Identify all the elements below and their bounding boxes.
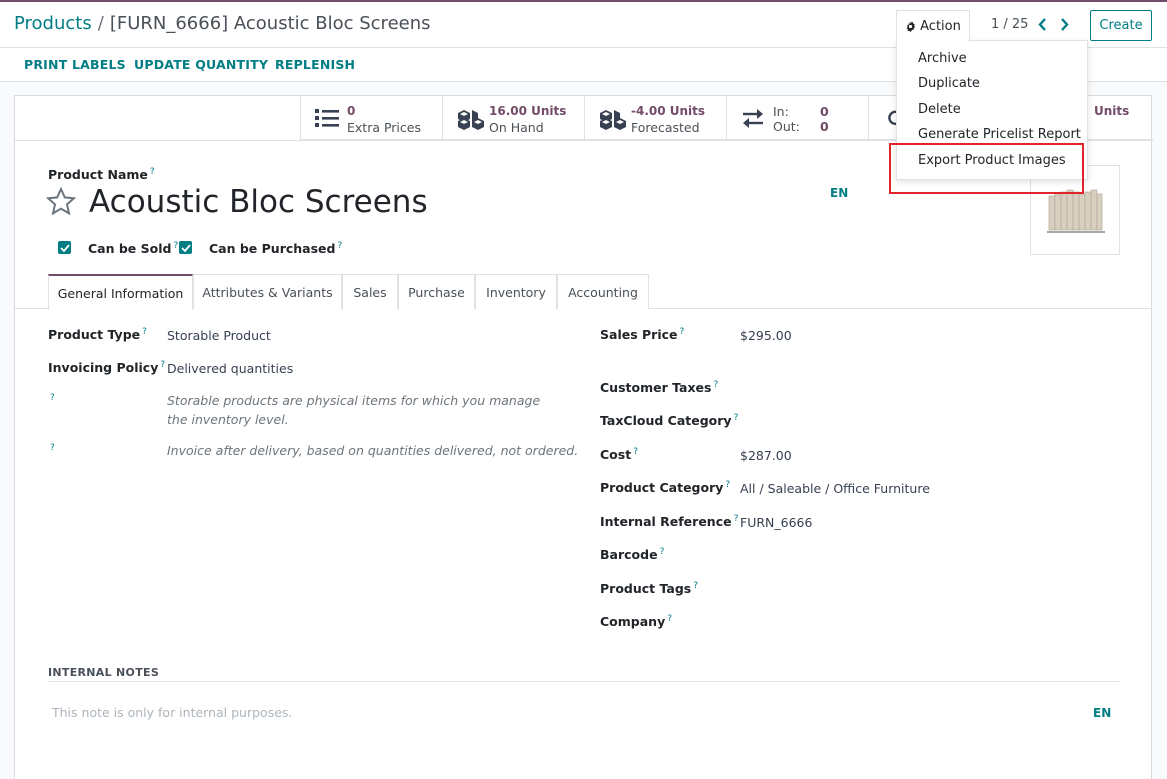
- internal-reference-label: Internal Reference?: [600, 514, 739, 530]
- sales-price-label: Sales Price?: [600, 327, 685, 343]
- help-tooltip[interactable]: ?: [160, 360, 165, 370]
- tab-general-information[interactable]: General Information: [48, 274, 193, 310]
- pager-previous-button[interactable]: [1035, 15, 1049, 33]
- product-tags-label: Product Tags?: [600, 581, 699, 597]
- taxcloud-category-label: TaxCloud Category?: [600, 413, 739, 429]
- create-button[interactable]: Create: [1090, 10, 1152, 41]
- cost-label: Cost?: [600, 447, 638, 463]
- partial-stat-value: Units: [1094, 104, 1130, 118]
- help-tooltip[interactable]: ?: [337, 241, 342, 251]
- action-button[interactable]: Action: [896, 10, 970, 42]
- help-tooltip[interactable]: ?: [680, 327, 685, 337]
- language-toggle[interactable]: EN: [830, 186, 848, 200]
- help-tooltip[interactable]: ?: [633, 447, 638, 457]
- menu-item-duplicate[interactable]: Duplicate: [918, 76, 980, 91]
- forecasted-label: Forecasted: [631, 120, 700, 135]
- help-tooltip[interactable]: ?: [660, 547, 665, 557]
- breadcrumb: Products / [FURN_6666] Acoustic Bloc Scree…: [14, 13, 431, 34]
- help-tooltip[interactable]: ?: [713, 380, 718, 390]
- on-hand-stat-button[interactable]: 16.00 Units On Hand: [442, 96, 584, 140]
- can-be-purchased-checkbox[interactable]: [179, 241, 192, 254]
- chevron-left-icon: [1037, 17, 1046, 31]
- action-dropdown-menu: Archive Duplicate Delete Generate Pricel…: [896, 40, 1088, 180]
- in-out-stat-button[interactable]: In: 0 Out: 0: [726, 96, 868, 140]
- list-icon: [315, 109, 339, 127]
- product-name-label: Product Name?: [48, 167, 155, 183]
- help-tooltip[interactable]: ?: [734, 413, 739, 423]
- update-quantity-button[interactable]: UPDATE QUANTITY: [134, 57, 268, 72]
- gear-icon: [906, 20, 916, 32]
- checkmark-icon: [59, 243, 70, 252]
- invoicing-policy-label: Invoicing Policy?: [48, 360, 166, 376]
- product-type-help-text: Storable products are physical items for…: [167, 393, 541, 427]
- product-category-field[interactable]: All / Saleable / Office Furniture: [740, 481, 930, 496]
- form-sheet: 0 Extra Prices 16.00 Units On Hand -4.00…: [14, 95, 1153, 779]
- in-value: 0: [820, 104, 829, 119]
- menu-item-generate-pricelist-report[interactable]: Generate Pricelist Report: [918, 127, 1081, 142]
- favorite-star-icon[interactable]: [45, 186, 77, 219]
- breadcrumb-products-link[interactable]: Products: [14, 13, 92, 34]
- chevron-right-icon: [1060, 17, 1069, 31]
- help-tooltip[interactable]: ?: [725, 480, 730, 490]
- tab-sales[interactable]: Sales: [342, 274, 398, 309]
- breadcrumb-separator: /: [97, 13, 104, 34]
- help-tooltip[interactable]: ?: [667, 614, 672, 624]
- product-type-label: Product Type?: [48, 327, 147, 343]
- internal-reference-field[interactable]: FURN_6666: [740, 515, 812, 530]
- checkmark-icon: [180, 243, 191, 252]
- forecasted-value: -4.00 Units: [631, 104, 706, 118]
- help-tooltip[interactable]: ?: [173, 241, 178, 251]
- cubes-icon: [458, 110, 484, 130]
- help-tooltip[interactable]: ?: [50, 393, 55, 403]
- help-tooltip[interactable]: ?: [50, 443, 55, 453]
- pager-next-button[interactable]: [1057, 15, 1071, 33]
- can-be-purchased-label: Can be Purchased?: [209, 241, 343, 257]
- product-category-label: Product Category?: [600, 480, 731, 496]
- action-button-label: Action: [920, 18, 961, 34]
- extra-prices-label: Extra Prices: [347, 120, 421, 135]
- menu-item-export-product-images[interactable]: Export Product Images: [918, 153, 1066, 168]
- internal-notes-divider: [48, 681, 1120, 682]
- barcode-label: Barcode?: [600, 547, 665, 563]
- help-tooltip[interactable]: ?: [142, 327, 147, 337]
- out-label: Out:: [773, 119, 800, 134]
- pager-value[interactable]: 1 / 25: [991, 17, 1028, 32]
- sales-price-field[interactable]: $295.00: [740, 328, 792, 343]
- internal-notes-title: INTERNAL NOTES: [48, 666, 160, 679]
- extra-prices-stat-button[interactable]: 0 Extra Prices: [300, 96, 442, 140]
- internal-notes-field[interactable]: This note is only for internal purposes.: [52, 705, 292, 720]
- replenish-button[interactable]: REPLENISH: [275, 57, 355, 72]
- product-type-field[interactable]: Storable Product: [167, 328, 271, 343]
- customer-taxes-label: Customer Taxes?: [600, 380, 719, 396]
- tab-inventory[interactable]: Inventory: [475, 274, 557, 309]
- cost-field[interactable]: $287.00: [740, 448, 792, 463]
- cubes-icon: [600, 110, 626, 130]
- out-value: 0: [820, 119, 829, 134]
- can-be-sold-label: Can be Sold?: [88, 241, 179, 257]
- in-label: In:: [773, 104, 789, 119]
- help-tooltip[interactable]: ?: [693, 581, 698, 591]
- breadcrumb-current: [FURN_6666] Acoustic Bloc Screens: [109, 13, 431, 34]
- invoicing-policy-field[interactable]: Delivered quantities: [167, 361, 293, 376]
- print-labels-button[interactable]: PRINT LABELS: [24, 57, 126, 72]
- on-hand-label: On Hand: [489, 120, 544, 135]
- menu-item-delete[interactable]: Delete: [918, 102, 961, 117]
- tab-purchase[interactable]: Purchase: [398, 274, 475, 309]
- menu-item-archive[interactable]: Archive: [918, 51, 967, 66]
- company-label: Company?: [600, 614, 672, 630]
- invoicing-policy-help-text: Invoice after delivery, based on quantit…: [167, 443, 579, 458]
- tab-accounting[interactable]: Accounting: [557, 274, 649, 309]
- tab-attributes-variants[interactable]: Attributes & Variants: [193, 274, 342, 309]
- can-be-sold-checkbox[interactable]: [58, 241, 71, 254]
- extra-prices-value: 0: [347, 104, 356, 118]
- notes-language-toggle[interactable]: EN: [1093, 706, 1111, 720]
- product-name-input[interactable]: Acoustic Bloc Screens: [89, 184, 428, 220]
- exchange-icon: [743, 109, 763, 128]
- help-tooltip[interactable]: ?: [734, 514, 739, 524]
- help-tooltip[interactable]: ?: [150, 167, 155, 177]
- notebook-tabs: General Information Attributes & Variant…: [15, 274, 1153, 310]
- on-hand-value: 16.00 Units: [489, 104, 567, 118]
- forecasted-stat-button[interactable]: -4.00 Units Forecasted: [584, 96, 726, 140]
